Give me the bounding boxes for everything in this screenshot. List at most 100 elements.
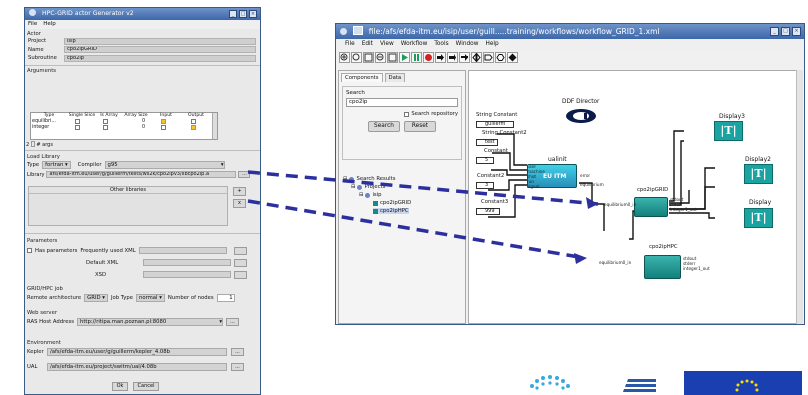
stop-icon[interactable] bbox=[423, 51, 434, 63]
single-slice-checkbox[interactable] bbox=[75, 119, 80, 124]
cancel-button[interactable]: Cancel bbox=[133, 382, 159, 391]
search-button[interactable]: Search bbox=[368, 121, 400, 132]
ras-browse-button[interactable]: ... bbox=[225, 318, 239, 326]
close-icon[interactable]: × bbox=[792, 27, 801, 36]
window-menu-icon[interactable] bbox=[340, 28, 347, 35]
io-port-icon[interactable] bbox=[471, 51, 482, 63]
input-checkbox[interactable] bbox=[161, 125, 166, 130]
arg-array-size[interactable]: 0 bbox=[121, 125, 151, 131]
menu-file[interactable]: File bbox=[28, 20, 37, 29]
canvas-scrollbar[interactable] bbox=[796, 70, 803, 324]
generator-titlebar[interactable]: HPC-GRID actor Generator v2 _ □ × bbox=[25, 8, 260, 20]
other-libraries-list[interactable]: Other libraries bbox=[28, 186, 228, 226]
tree-projects[interactable]: ⊟ Projects bbox=[351, 184, 385, 190]
freq-xml-field[interactable] bbox=[138, 247, 227, 254]
is-array-checkbox[interactable] bbox=[103, 119, 108, 124]
xsd-browse-button[interactable] bbox=[234, 271, 247, 279]
fit-window-icon[interactable] bbox=[387, 51, 398, 63]
is-array-checkbox[interactable] bbox=[103, 125, 108, 130]
subroutine-field[interactable]: cpo2ip bbox=[64, 54, 256, 62]
maximize-icon[interactable]: □ bbox=[781, 27, 790, 36]
menu-window[interactable]: Window bbox=[456, 39, 479, 50]
run-icon[interactable] bbox=[399, 51, 410, 63]
name-field[interactable]: cpo2ipGRID bbox=[64, 46, 256, 54]
compiler-select[interactable]: g95 ▾ bbox=[104, 161, 225, 169]
constant3-actor[interactable]: 999 bbox=[476, 208, 500, 215]
tree-isip[interactable]: ⊟ isip bbox=[359, 192, 382, 198]
tree-search-results[interactable]: ⊟ Search Results bbox=[343, 176, 395, 182]
constant-actor[interactable]: 5 bbox=[476, 157, 494, 164]
freq-xml-browse-button[interactable] bbox=[234, 247, 247, 255]
cpo2ipgrid-actor[interactable] bbox=[634, 197, 668, 217]
zoom-in-icon[interactable] bbox=[339, 51, 350, 63]
display3-actor[interactable]: |T| bbox=[714, 121, 743, 141]
close-icon[interactable]: × bbox=[249, 10, 257, 18]
minimize-icon[interactable]: _ bbox=[229, 10, 237, 18]
collapse-icon[interactable]: ⊟ bbox=[351, 184, 355, 190]
ual-field[interactable]: /afs/efda-itm.eu/project/switm/ual/4.08b bbox=[47, 363, 227, 371]
multiport-icon[interactable] bbox=[483, 51, 494, 63]
search-repository-checkbox[interactable] bbox=[404, 111, 410, 117]
menu-view[interactable]: View bbox=[380, 39, 394, 50]
num-args-value[interactable]: 2 bbox=[26, 142, 29, 148]
constant2-actor[interactable]: 3 bbox=[476, 182, 494, 189]
menu-help[interactable]: Help bbox=[485, 39, 498, 50]
ok-button[interactable]: Ok bbox=[112, 382, 128, 391]
tab-data[interactable]: Data bbox=[384, 73, 406, 82]
menu-tools[interactable]: Tools bbox=[434, 39, 448, 50]
zoom-reset-icon[interactable] bbox=[351, 51, 362, 63]
zoom-fit-icon[interactable] bbox=[363, 51, 374, 63]
string-constant-actor[interactable]: guillerm bbox=[476, 121, 514, 128]
remote-arch-select[interactable]: GRID ▾ bbox=[84, 294, 108, 302]
director-icon[interactable] bbox=[564, 107, 598, 125]
pause-icon[interactable] bbox=[411, 51, 422, 63]
workflow-canvas[interactable]: DDF Director String Constant guillerm St… bbox=[468, 70, 797, 324]
relation-icon[interactable] bbox=[495, 51, 506, 63]
add-library-button[interactable]: + bbox=[233, 187, 246, 196]
display2-actor[interactable]: |T| bbox=[744, 164, 773, 184]
port-icon[interactable] bbox=[435, 51, 446, 63]
single-slice-checkbox[interactable] bbox=[75, 125, 80, 130]
kepler-field[interactable]: /afs/efda-itm.eu/user/g/guillerm/kepler_… bbox=[47, 348, 227, 356]
diamond-icon[interactable] bbox=[507, 51, 518, 63]
job-type-select[interactable]: normal ▾ bbox=[135, 294, 165, 302]
default-xml-field[interactable] bbox=[143, 259, 231, 266]
minimize-icon[interactable]: _ bbox=[770, 27, 779, 36]
table-row[interactable]: integer 0 bbox=[31, 125, 217, 131]
output-port-icon[interactable] bbox=[459, 51, 470, 63]
output-checkbox[interactable] bbox=[191, 119, 196, 124]
default-xml-browse-button[interactable] bbox=[234, 259, 247, 267]
string-constant2-actor[interactable]: test bbox=[476, 139, 498, 146]
ual-browse-button[interactable]: ... bbox=[231, 363, 244, 371]
type-select[interactable]: fortran ▾ bbox=[42, 161, 71, 169]
tree-cpo2ipgrid[interactable]: cpo2ipGRID bbox=[373, 200, 411, 206]
tree-cpo2iphpc[interactable]: cpo2ipHPC bbox=[373, 208, 409, 214]
num-nodes-field[interactable]: 1 bbox=[216, 294, 235, 302]
zoom-out-icon[interactable] bbox=[375, 51, 386, 63]
input-checkbox[interactable] bbox=[161, 119, 166, 124]
args-scrollbar[interactable] bbox=[212, 113, 217, 139]
menu-edit[interactable]: Edit bbox=[362, 39, 373, 50]
library-field[interactable]: afs/efda-itm.eu/user/g/guillerm/tests/ws… bbox=[46, 171, 237, 178]
cpo2iphpc-actor[interactable] bbox=[644, 255, 681, 279]
display-actor[interactable]: |T| bbox=[744, 208, 773, 228]
kepler-titlebar[interactable]: file:/afs/efda-itm.eu/isip/user/guill...… bbox=[336, 24, 804, 39]
input-port-icon[interactable] bbox=[447, 51, 458, 63]
library-browse-button[interactable]: ... bbox=[238, 171, 251, 178]
xsd-field[interactable] bbox=[143, 271, 231, 278]
menu-help[interactable]: Help bbox=[43, 20, 56, 29]
reset-button[interactable]: Reset bbox=[404, 121, 436, 132]
num-args-spinner[interactable] bbox=[30, 141, 35, 147]
kepler-browse-button[interactable]: ... bbox=[231, 348, 244, 356]
tab-components[interactable]: Components bbox=[341, 73, 383, 82]
output-checkbox[interactable] bbox=[191, 125, 196, 130]
collapse-icon[interactable]: ⊟ bbox=[343, 176, 347, 182]
maximize-icon[interactable]: □ bbox=[239, 10, 247, 18]
menu-workflow[interactable]: Workflow bbox=[401, 39, 428, 50]
ras-select[interactable]: http://ritipa.man.poznan.pl:8080 ▾ bbox=[76, 318, 223, 326]
has-parameters-checkbox[interactable] bbox=[27, 248, 32, 253]
menu-file[interactable]: File bbox=[345, 39, 355, 50]
window-menu-icon[interactable] bbox=[29, 9, 36, 16]
collapse-icon[interactable]: ⊟ bbox=[359, 192, 363, 198]
search-input[interactable]: cpo2ip bbox=[346, 98, 458, 107]
